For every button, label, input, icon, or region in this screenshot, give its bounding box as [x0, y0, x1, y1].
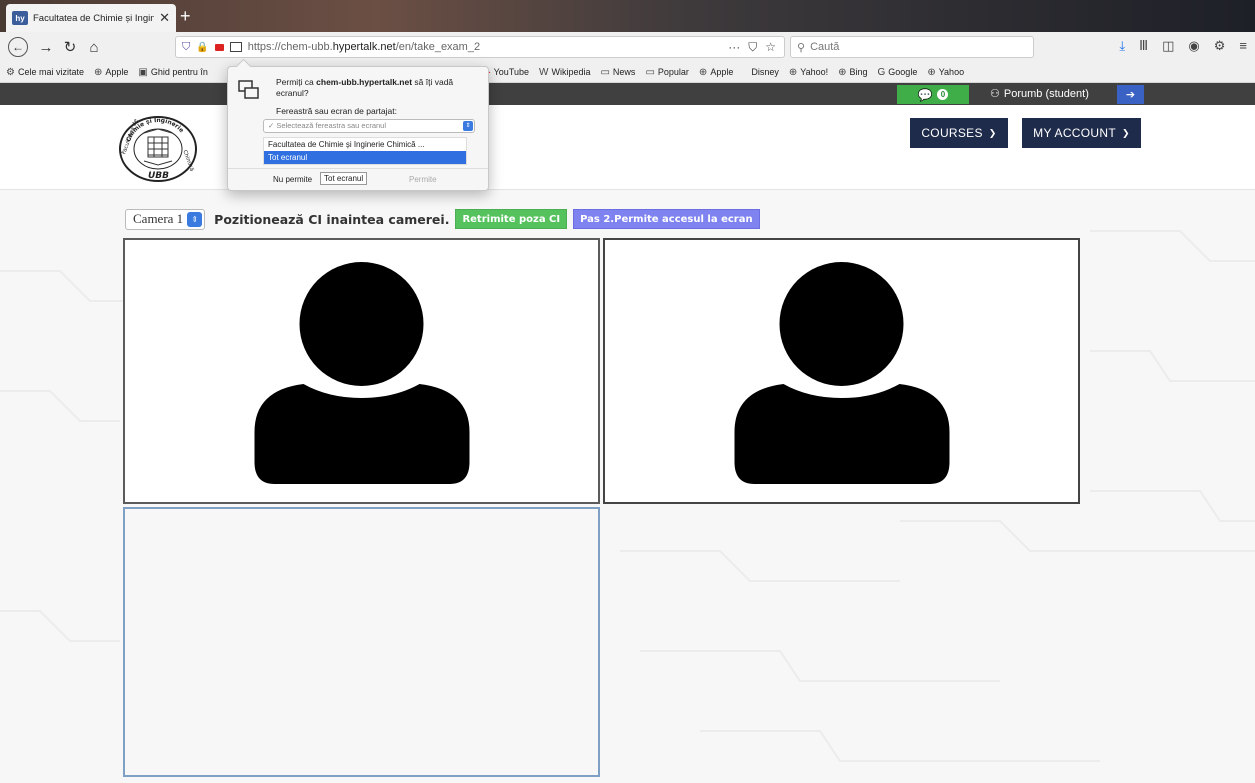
select-arrows-icon: ⇕	[463, 121, 473, 131]
globe-icon: ⊕	[698, 66, 708, 78]
menu-icon[interactable]: ≡	[1239, 38, 1247, 54]
site-favicon-icon: hy	[12, 11, 28, 25]
deny-button[interactable]: Nu permite	[273, 175, 312, 184]
second-video-tile	[603, 238, 1080, 504]
pocket-icon[interactable]: ⛉	[748, 40, 757, 55]
extensions-icon[interactable]: ⚙	[1214, 38, 1226, 54]
user-name: Porumb (student)	[1003, 87, 1089, 100]
library-icon[interactable]: Ⅲ	[1139, 38, 1148, 54]
chat-button[interactable]: 💬 0	[897, 85, 969, 104]
instruction-text: Pozitionează CI inaintea camerei.	[214, 211, 450, 227]
allow-screen-access-button[interactable]: Pas 2.Permite accesul la ecran	[573, 209, 760, 229]
user-placeholder-icon	[734, 262, 949, 484]
bookmark-item[interactable]: ⊕ Yahoo	[927, 67, 964, 78]
camera-active-icon[interactable]	[214, 43, 224, 51]
camera-select-value: Camera 1	[133, 211, 184, 226]
close-tab-icon[interactable]: ✕	[159, 10, 170, 26]
search-icon: ⚲	[797, 41, 806, 54]
browser-tab-bar: hy Facultatea de Chimie și Inginer ✕ +	[0, 0, 1255, 32]
bookmark-item[interactable]: G Google	[878, 67, 918, 78]
share-select-placeholder: ✓ Selectează fereastra sau ecranul	[268, 121, 387, 130]
chat-count-badge: 0	[937, 89, 949, 100]
user-placeholder-icon	[254, 262, 469, 484]
gear-icon: ⚙	[6, 66, 15, 78]
lock-icon[interactable]: 🔒	[196, 42, 208, 53]
bookmark-item[interactable]: ⊕ Apple	[699, 67, 733, 78]
screen-share-icon[interactable]	[229, 42, 242, 52]
screen-share-tile	[123, 507, 600, 777]
back-icon[interactable]: ←	[8, 37, 28, 57]
bookmark-item[interactable]: ▶YouTube	[483, 67, 529, 78]
courses-label: COURSES	[921, 126, 983, 140]
globe-icon: ⊕	[788, 66, 798, 78]
sidebar-icon[interactable]: ◫	[1162, 38, 1174, 54]
account-icon[interactable]: ◉	[1188, 38, 1199, 54]
browser-tab[interactable]: hy Facultatea de Chimie și Inginer ✕	[6, 4, 176, 32]
tab-title: Facultatea de Chimie și Inginer	[33, 12, 155, 24]
share-select-label: Fereastră sau ecran de partajat:	[276, 106, 397, 116]
tracking-shield-icon[interactable]: ⛉	[182, 41, 190, 54]
screen-share-icon	[238, 80, 259, 99]
bookmark-item[interactable]: ⚙ Cele mai vizitate	[6, 67, 84, 78]
chevron-down-icon: ❯	[1121, 127, 1130, 138]
bookmark-item[interactable]: Disney	[751, 67, 779, 77]
forward-icon[interactable]: →	[36, 37, 56, 57]
option-window[interactable]: Facultatea de Chimie și Inginerie Chimic…	[264, 138, 466, 151]
book-icon: ▣	[138, 66, 148, 78]
share-source-select[interactable]: ✓ Selectează fereastra sau ecranul ⇕	[263, 119, 475, 133]
my-account-label: MY ACCOUNT	[1033, 126, 1116, 140]
share-source-options: Facultatea de Chimie și Inginerie Chimic…	[263, 137, 467, 165]
page-actions-icon[interactable]: ···	[728, 40, 740, 55]
wikipedia-icon: W	[539, 66, 549, 78]
exam-controls: Camera 1 ⇕ Pozitionează CI inaintea came…	[125, 208, 760, 230]
camera-select[interactable]: Camera 1 ⇕	[125, 208, 206, 230]
resend-id-photo-button[interactable]: Retrimite poza CI	[455, 209, 568, 229]
user-profile-link[interactable]: ⚇ Porumb (student)	[990, 87, 1089, 101]
option-entire-screen[interactable]: Tot ecranul	[264, 151, 466, 164]
courses-menu-button[interactable]: COURSES ❯	[910, 118, 1008, 148]
popup-footer: Nu permite Tot ecranul Permite	[228, 168, 488, 191]
logout-button[interactable]: ➔	[1117, 85, 1144, 104]
user-icon: ⚇	[990, 88, 1000, 100]
site-header: Chimie și Inginerie Facultatea de Chimic…	[0, 105, 1255, 190]
tooltip: Tot ecranul	[320, 172, 368, 185]
bookmark-item[interactable]: W Wikipedia	[539, 67, 590, 78]
url-text[interactable]: https://chem-ubb.hypertalk.net/en/take_e…	[248, 41, 480, 53]
bookmark-item[interactable]: ▣ Ghid pentru în	[138, 67, 208, 78]
allow-button[interactable]: Permite	[409, 175, 437, 184]
globe-icon: ⊕	[838, 66, 847, 78]
camera-video-tile	[123, 238, 600, 504]
my-account-menu-button[interactable]: MY ACCOUNT ❯	[1022, 118, 1141, 148]
globe-icon: ⊕	[927, 66, 936, 78]
bookmark-item[interactable]: ⊕ Yahoo!	[789, 67, 828, 78]
address-bar[interactable]: ⛉ 🔒 https://chem-ubb.hypertalk.net/en/ta…	[175, 36, 785, 58]
new-tab-icon[interactable]: +	[180, 6, 191, 26]
chat-icon: 💬	[917, 87, 933, 102]
bookmark-item[interactable]: ▭ News	[600, 67, 635, 78]
chevron-down-icon: ❯	[988, 127, 997, 138]
screen-share-permission-popup: Permiți ca chem-ubb.hypertalk.net să îți…	[227, 58, 489, 191]
site-top-bar: 💬 0 ⚇ Porumb (student) ➔	[0, 83, 1255, 105]
globe-icon: ⊕	[94, 66, 103, 78]
home-icon[interactable]: ⌂	[84, 37, 104, 57]
folder-icon: ▭	[600, 66, 610, 78]
faculty-logo[interactable]: Chimie și Inginerie Facultatea de Chimic…	[117, 115, 199, 183]
bookmark-star-icon[interactable]: ☆	[765, 40, 776, 55]
permission-question: Permiți ca chem-ubb.hypertalk.net să îți…	[276, 77, 454, 98]
reload-icon[interactable]: ↻	[60, 37, 80, 57]
google-icon: G	[877, 66, 886, 78]
search-input[interactable]: ⚲ Caută	[790, 36, 1034, 58]
bookmarks-toolbar: ⚙ Cele mai vizitate ⊕ Apple ▣ Ghid pentru î…	[0, 62, 1255, 83]
bookmark-item[interactable]: ⊕ Bing	[838, 67, 867, 78]
bookmark-item[interactable]: ⊕ Apple	[94, 67, 128, 78]
select-arrows-icon: ⇕	[187, 211, 203, 227]
logout-icon: ➔	[1125, 89, 1136, 101]
bookmark-item[interactable]: ▭ Popular	[645, 67, 688, 78]
search-placeholder: Caută	[810, 41, 840, 53]
svg-text:UBB: UBB	[148, 171, 169, 181]
download-icon[interactable]: ⤓	[1119, 38, 1125, 54]
browser-nav-bar: ← → ↻ ⌂ ⛉ 🔒 https://chem-ubb.hypertalk.n…	[0, 32, 1255, 62]
folder-icon: ▭	[645, 66, 655, 78]
